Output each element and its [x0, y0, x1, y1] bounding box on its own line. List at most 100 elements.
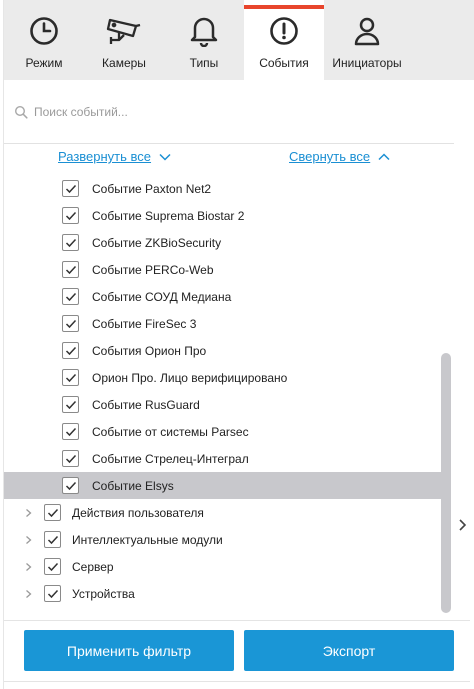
event-label: Событие СОУД Медиана	[92, 289, 232, 304]
tab-bar: Режим Камеры Типы События Инициаторы	[4, 0, 474, 80]
event-item[interactable]: События Орион Про	[4, 337, 444, 364]
expand-all-link[interactable]: Развернуть все	[58, 149, 171, 164]
group-label: Устройства	[72, 586, 135, 601]
collapse-all-link[interactable]: Свернуть все	[289, 149, 390, 164]
event-tree: Событие Paxton Net2 Событие Suprema Biost…	[4, 175, 444, 607]
check-icon	[65, 427, 77, 437]
expand-all-label: Развернуть все	[58, 149, 152, 164]
events-filter-panel: Режим Камеры Типы События Инициаторы Пои…	[0, 0, 474, 689]
export-button[interactable]: Экспорт	[244, 630, 454, 671]
event-label: Событие Suprema Biostar 2	[92, 208, 245, 223]
apply-filter-button[interactable]: Применить фильтр	[24, 630, 234, 671]
event-label: Орион Про. Лицо верифицировано	[92, 370, 288, 385]
event-checkbox[interactable]	[62, 207, 79, 224]
expand-chevron-icon[interactable]	[25, 534, 32, 548]
group-item[interactable]: Интеллектуальные модули	[4, 526, 444, 553]
event-checkbox[interactable]	[62, 234, 79, 251]
group-label: Действия пользователя	[72, 505, 204, 520]
group-item[interactable]: Устройства	[4, 580, 444, 607]
event-item[interactable]: Орион Про. Лицо верифицировано	[4, 364, 444, 391]
tab-label: Типы	[189, 56, 219, 70]
event-checkbox[interactable]	[62, 261, 79, 278]
search-bar	[4, 90, 454, 134]
chevron-down-icon	[159, 149, 171, 164]
group-checkbox[interactable]	[44, 504, 61, 521]
chevron-right-icon[interactable]	[458, 518, 468, 537]
check-icon	[65, 184, 77, 194]
group-label: Интеллектуальные модули	[72, 532, 223, 547]
event-label: Событие PERCo-Web	[92, 262, 214, 277]
event-label: Событие ZKBioSecurity	[92, 235, 222, 250]
tab-cameras[interactable]: Камеры	[84, 0, 164, 80]
check-icon	[47, 589, 59, 599]
divider	[4, 143, 454, 144]
event-item[interactable]: Событие Paxton Net2	[4, 175, 444, 202]
event-checkbox[interactable]	[62, 342, 79, 359]
check-icon	[65, 346, 77, 356]
group-checkbox[interactable]	[44, 558, 61, 575]
group-label: Сервер	[72, 559, 114, 574]
event-checkbox[interactable]	[62, 396, 79, 413]
check-icon	[47, 508, 59, 518]
search-icon	[14, 105, 28, 124]
event-item[interactable]: Событие от системы Parsec	[4, 418, 444, 445]
event-checkbox[interactable]	[62, 369, 79, 386]
event-label: События Орион Про	[92, 343, 207, 358]
chevron-up-icon	[378, 149, 390, 164]
clock-icon	[28, 14, 60, 48]
tab-initiators[interactable]: Инициаторы	[324, 0, 410, 80]
event-item[interactable]: Событие ZKBioSecurity	[4, 229, 444, 256]
search-input[interactable]	[34, 100, 414, 124]
check-icon	[65, 481, 77, 491]
tab-label: Режим	[25, 56, 63, 70]
expand-chevron-icon[interactable]	[25, 588, 32, 602]
check-icon	[65, 454, 77, 464]
event-item[interactable]: Событие RusGuard	[4, 391, 444, 418]
alert-circle-icon	[268, 14, 300, 48]
scrollbar-thumb[interactable]	[441, 353, 451, 613]
tab-label: События	[259, 56, 309, 70]
event-item[interactable]: Событие СОУД Медиана	[4, 283, 444, 310]
event-label: Событие Elsys	[92, 478, 174, 493]
event-checkbox[interactable]	[62, 423, 79, 440]
expand-chevron-icon[interactable]	[25, 561, 32, 575]
event-item[interactable]: Событие Suprema Biostar 2	[4, 202, 444, 229]
event-label: Событие Paxton Net2	[92, 181, 212, 196]
check-icon	[65, 319, 77, 329]
event-checkbox[interactable]	[62, 450, 79, 467]
check-icon	[47, 535, 59, 545]
tab-label: Инициаторы	[332, 56, 402, 70]
tab-types[interactable]: Типы	[164, 0, 244, 80]
event-label: Событие Стрелец-Интеграл	[92, 451, 249, 466]
event-item[interactable]: Событие Elsys	[4, 472, 444, 499]
divider	[4, 681, 470, 682]
check-icon	[65, 400, 77, 410]
event-label: Событие от системы Parsec	[92, 424, 249, 439]
group-checkbox[interactable]	[44, 531, 61, 548]
event-checkbox[interactable]	[62, 477, 79, 494]
group-item[interactable]: Сервер	[4, 553, 444, 580]
event-item[interactable]: Событие PERCo-Web	[4, 256, 444, 283]
group-item[interactable]: Действия пользователя	[4, 499, 444, 526]
event-checkbox[interactable]	[62, 288, 79, 305]
tab-events[interactable]: События	[244, 0, 324, 80]
camera-icon	[106, 14, 142, 48]
event-item[interactable]: Событие Стрелец-Интеграл	[4, 445, 444, 472]
event-label: Событие RusGuard	[92, 397, 200, 412]
check-icon	[65, 292, 77, 302]
divider	[4, 620, 470, 621]
event-item[interactable]: Событие FireSec 3	[4, 310, 444, 337]
tab-label: Камеры	[102, 56, 146, 70]
check-icon	[65, 373, 77, 383]
tab-mode[interactable]: Режим	[4, 0, 84, 80]
bell-icon	[189, 14, 219, 48]
collapse-all-label: Свернуть все	[289, 149, 371, 164]
check-icon	[65, 211, 77, 221]
group-checkbox[interactable]	[44, 585, 61, 602]
check-icon	[65, 265, 77, 275]
event-checkbox[interactable]	[62, 180, 79, 197]
expand-chevron-icon[interactable]	[25, 507, 32, 521]
check-icon	[47, 562, 59, 572]
event-checkbox[interactable]	[62, 315, 79, 332]
user-icon	[352, 14, 382, 48]
